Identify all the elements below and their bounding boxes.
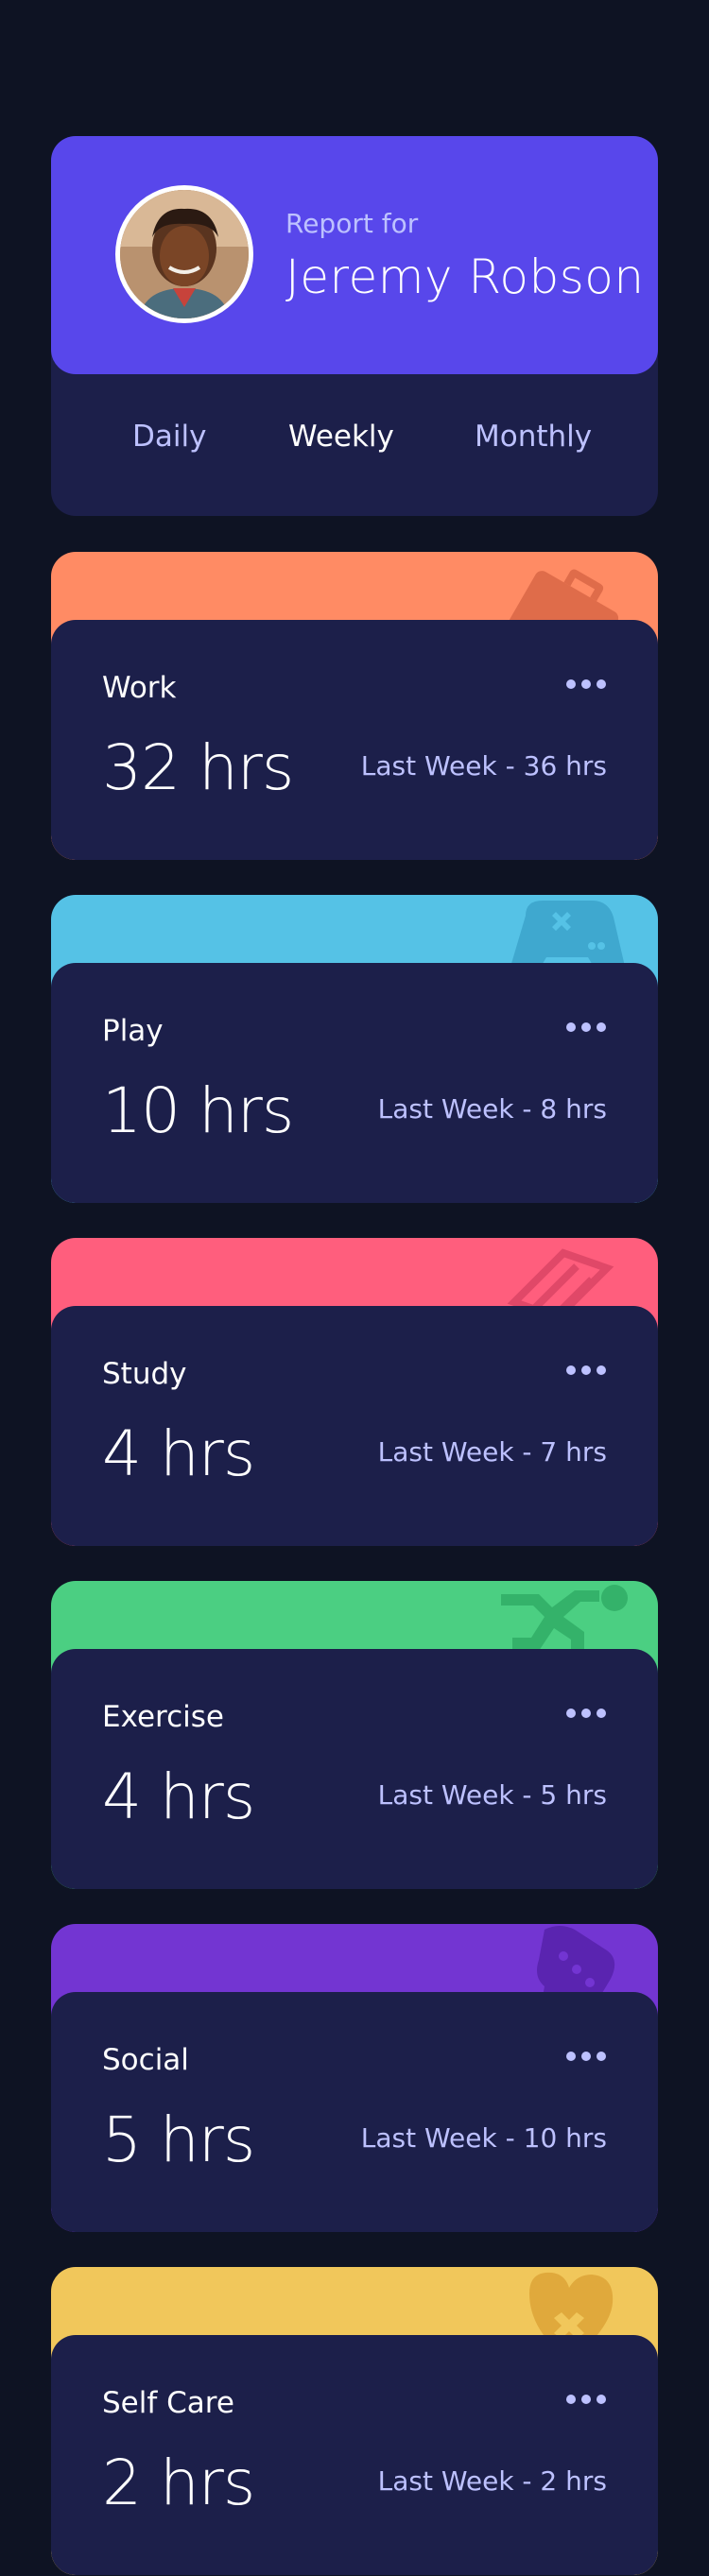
avatar-image (120, 190, 249, 318)
activity-card-study: Study 4 hrs Last Week - 7 hrs (51, 1238, 658, 1546)
card-title: Play (102, 1014, 164, 1048)
card-title: Exercise (102, 1700, 224, 1734)
card-body[interactable]: Study 4 hrs Last Week - 7 hrs (51, 1306, 658, 1546)
activity-card-self-care: Self Care 2 hrs Last Week - 2 hrs (51, 2267, 658, 2575)
ellipsis-icon[interactable] (565, 1706, 607, 1721)
current-hours: 10 hrs (102, 1074, 294, 1147)
card-title: Study (102, 1357, 187, 1391)
card-body[interactable]: Exercise 4 hrs Last Week - 5 hrs (51, 1649, 658, 1889)
ellipsis-icon[interactable] (565, 2392, 607, 2407)
tab-weekly[interactable]: Weekly (288, 420, 394, 454)
ellipsis-icon[interactable] (565, 1363, 607, 1378)
timeframe-tabs: Daily Weekly Monthly (51, 410, 658, 467)
ellipsis-icon[interactable] (565, 2049, 607, 2064)
ellipsis-icon[interactable] (565, 1020, 607, 1035)
previous-hours: Last Week - 10 hrs (360, 2122, 607, 2154)
card-body[interactable]: Social 5 hrs Last Week - 10 hrs (51, 1992, 658, 2232)
current-hours: 5 hrs (102, 2104, 255, 2176)
card-title: Social (102, 2043, 189, 2077)
previous-hours: Last Week - 8 hrs (377, 1093, 607, 1125)
current-hours: 4 hrs (102, 1760, 255, 1833)
current-hours: 2 hrs (102, 2447, 255, 2519)
card-title: Work (102, 671, 177, 705)
card-body[interactable]: Work 32 hrs Last Week - 36 hrs (51, 620, 658, 860)
card-title: Self Care (102, 2386, 234, 2420)
profile-card: Report for Jeremy Robson Daily Weekly Mo… (51, 136, 658, 516)
activity-card-exercise: Exercise 4 hrs Last Week - 5 hrs (51, 1581, 658, 1889)
previous-hours: Last Week - 2 hrs (377, 2465, 607, 2497)
card-body[interactable]: Play 10 hrs Last Week - 8 hrs (51, 963, 658, 1203)
activity-card-work: Work 32 hrs Last Week - 36 hrs (51, 552, 658, 860)
card-body[interactable]: Self Care 2 hrs Last Week - 2 hrs (51, 2335, 658, 2575)
user-name: Jeremy Robson (285, 249, 645, 304)
previous-hours: Last Week - 7 hrs (377, 1436, 607, 1468)
current-hours: 4 hrs (102, 1417, 255, 1490)
current-hours: 32 hrs (102, 731, 294, 804)
previous-hours: Last Week - 36 hrs (360, 750, 607, 781)
report-for-label: Report for (285, 208, 419, 239)
activity-card-social: Social 5 hrs Last Week - 10 hrs (51, 1924, 658, 2232)
tab-monthly[interactable]: Monthly (475, 420, 592, 454)
tab-daily[interactable]: Daily (132, 420, 206, 454)
profile-header: Report for Jeremy Robson (51, 136, 658, 374)
activity-card-play: Play 10 hrs Last Week - 8 hrs (51, 895, 658, 1203)
avatar (115, 185, 253, 323)
previous-hours: Last Week - 5 hrs (377, 1779, 607, 1811)
ellipsis-icon[interactable] (565, 677, 607, 692)
